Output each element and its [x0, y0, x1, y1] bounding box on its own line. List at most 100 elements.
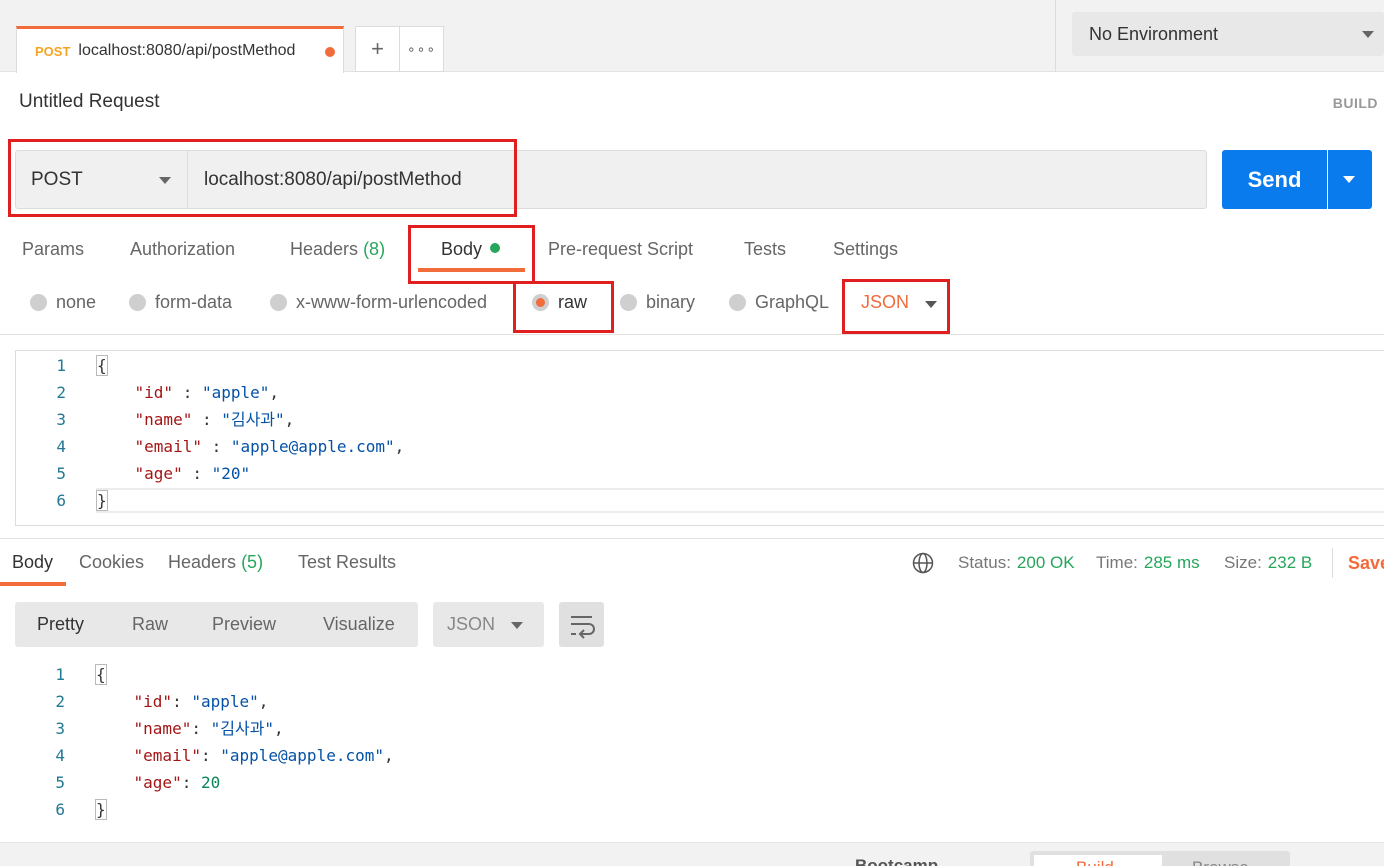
headers-count: (8): [363, 239, 386, 259]
json-punct: ,: [274, 719, 284, 738]
json-separator: :: [182, 464, 212, 483]
line-number: 6: [56, 491, 66, 510]
view-visualize[interactable]: Visualize: [323, 614, 395, 635]
status-bar: Bootcamp Build Browse: [0, 842, 1384, 866]
json-string: "apple@apple.com": [220, 746, 384, 765]
send-options-button[interactable]: [1328, 150, 1372, 209]
tab-prerequest-script[interactable]: Pre-request Script: [548, 239, 693, 260]
environment-label: No Environment: [1089, 23, 1219, 44]
tab-tests[interactable]: Tests: [744, 239, 786, 260]
code-text: "age" : "20": [96, 460, 251, 487]
radio-icon: [30, 294, 47, 311]
status-value: 200 OK: [1016, 553, 1075, 572]
brace: {: [95, 664, 107, 685]
build-mode-button[interactable]: Build: [1034, 855, 1162, 866]
radio-icon: [129, 294, 146, 311]
body-mode-urlencoded[interactable]: x-www-form-urlencoded: [270, 292, 487, 313]
line-number: 4: [55, 746, 65, 765]
request-title[interactable]: Untitled Request: [19, 91, 159, 113]
new-tab-button[interactable]: +: [355, 26, 400, 72]
json-key: "id": [134, 383, 174, 402]
response-format-label: JSON: [447, 614, 496, 634]
json-punct: ,: [384, 746, 394, 765]
browse-mode-button[interactable]: Browse: [1192, 858, 1249, 866]
more-tabs-button[interactable]: ∘∘∘: [399, 26, 444, 72]
view-pretty[interactable]: Pretty: [37, 614, 84, 635]
radio-icon: [270, 294, 287, 311]
active-tab-underline: [0, 582, 66, 586]
save-response-button[interactable]: Save: [1348, 553, 1384, 574]
time-readout: Time: 285 ms: [1096, 553, 1200, 573]
code-text: "email" : "apple@apple.com",: [96, 433, 405, 460]
code-text: }: [96, 487, 108, 514]
build-mode-label: Build: [1076, 858, 1114, 866]
tab-settings[interactable]: Settings: [833, 239, 898, 260]
active-tab-underline: [418, 268, 525, 272]
response-tab-headers[interactable]: Headers (5): [168, 552, 263, 573]
method-select[interactable]: POST: [16, 151, 188, 208]
code-line: 1{: [15, 661, 1384, 688]
json-punct: ,: [284, 410, 295, 429]
build-label[interactable]: BUILD: [1333, 95, 1378, 111]
response-tab-test-results[interactable]: Test Results: [298, 552, 396, 573]
bootcamp-button[interactable]: Bootcamp: [855, 856, 938, 866]
unsaved-dot-icon: [325, 47, 335, 57]
body-mode-raw[interactable]: raw: [532, 292, 587, 313]
request-body-editor[interactable]: 1{2 "id" : "apple", 3 "name" : "김사과", 4 "e…: [15, 350, 1384, 526]
code-text: "id" : "apple",: [96, 379, 280, 406]
chevron-down-icon: [159, 177, 171, 184]
globe-icon[interactable]: [912, 552, 934, 574]
json-string: "20": [211, 464, 251, 483]
view-raw[interactable]: Raw: [132, 614, 168, 635]
wrap-lines-icon[interactable]: [559, 602, 604, 647]
request-tab[interactable]: POST localhost:8080/api/postMethod: [16, 26, 344, 73]
code-text: "name" : "김사과",: [96, 406, 295, 433]
tab-params[interactable]: Params: [22, 239, 84, 260]
body-mode-none[interactable]: none: [30, 292, 96, 313]
tab-headers[interactable]: Headers (8): [290, 239, 385, 260]
status-readout: Status: 200 OK: [958, 553, 1075, 573]
response-body-viewer[interactable]: 1{2 "id": "apple", 3 "name": "김사과", 4 "ema…: [15, 660, 1384, 836]
line-number: 3: [56, 410, 66, 429]
view-preview[interactable]: Preview: [212, 614, 276, 635]
brace: {: [96, 355, 108, 376]
json-separator: :: [200, 746, 221, 765]
body-mode-binary-label: binary: [646, 292, 696, 312]
response-tab-body[interactable]: Body: [12, 552, 53, 573]
tab-url: localhost:8080/api/postMethod: [78, 42, 296, 59]
tab-authorization[interactable]: Authorization: [130, 239, 235, 260]
line-number: 3: [55, 719, 65, 738]
json-separator: :: [201, 437, 231, 456]
code-line: 1{: [16, 352, 1384, 379]
line-number: 4: [56, 437, 66, 456]
code-text: "id": "apple",: [95, 688, 269, 715]
divider: [1055, 0, 1056, 72]
line-number: 2: [55, 692, 65, 711]
url-input[interactable]: [188, 151, 1206, 208]
body-mode-binary[interactable]: binary: [620, 292, 695, 313]
code-line: 4 "email": "apple@apple.com",: [15, 742, 1384, 769]
radio-selected-icon: [532, 294, 549, 311]
response-format-select[interactable]: JSON: [433, 602, 544, 647]
send-button[interactable]: Send: [1222, 150, 1327, 209]
code-text: "age": 20: [95, 769, 221, 796]
line-number: 6: [55, 800, 65, 819]
time-label: Time:: [1096, 553, 1138, 572]
json-string: "김사과": [210, 719, 275, 738]
json-string: "apple": [191, 692, 259, 711]
line-number: 1: [56, 356, 66, 375]
body-mode-form-data[interactable]: form-data: [129, 292, 232, 313]
body-format-select[interactable]: JSON: [861, 292, 937, 313]
code-line: 2 "id" : "apple",: [16, 379, 1384, 406]
code-text: {: [96, 352, 108, 379]
body-indicator-icon: [490, 243, 501, 253]
response-tab-cookies[interactable]: Cookies: [79, 552, 144, 573]
radio-icon: [729, 294, 746, 311]
body-mode-graphql[interactable]: GraphQL: [729, 292, 829, 313]
body-mode-graphql-label: GraphQL: [755, 292, 830, 312]
response-view-switcher: Pretty Raw Preview Visualize: [15, 602, 418, 647]
code-line: 2 "id": "apple",: [15, 688, 1384, 715]
environment-select[interactable]: No Environment: [1072, 12, 1384, 56]
tab-body[interactable]: Body: [441, 239, 501, 260]
radio-icon: [620, 294, 637, 311]
